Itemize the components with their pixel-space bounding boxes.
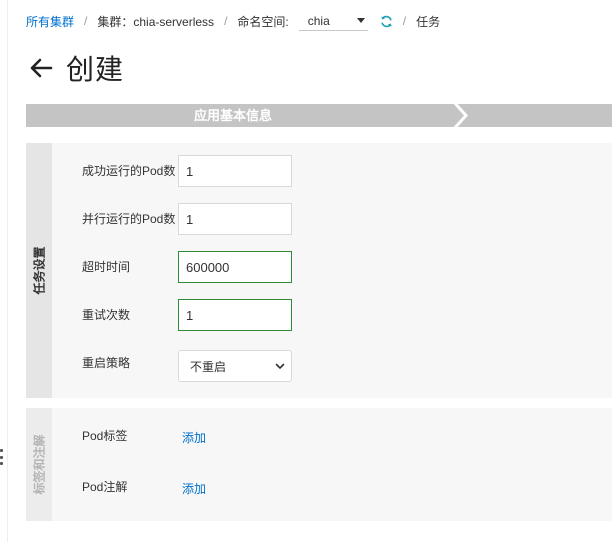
labels-annotations-section: 标签和注解 <box>26 408 612 521</box>
pod-annotations-label: Pod注解 <box>82 480 128 494</box>
breadcrumb: 所有集群 / 集群：chia-serverless / 命名空间: chia /… <box>26 10 440 32</box>
add-pod-label-link[interactable]: 添加 <box>182 429 206 446</box>
page-header: 创建 <box>28 48 124 88</box>
restart-policy-select[interactable]: 不重启 <box>178 350 292 382</box>
labels-annotations-title: 标签和注解 <box>32 434 47 495</box>
drag-handle-icon[interactable] <box>0 449 3 465</box>
page-title: 创建 <box>66 54 125 85</box>
breadcrumb-all-clusters[interactable]: 所有集群 <box>26 13 74 30</box>
create-job-page: 所有集群 / 集群：chia-serverless / 命名空间: chia /… <box>0 0 612 542</box>
steps-bar: 应用基本信息 <box>26 100 612 131</box>
pod-labels-label: Pod标签 <box>82 429 128 443</box>
timeout-label: 超时时间 <box>82 260 131 274</box>
caret-down-icon <box>356 18 365 23</box>
labels-annotations-tab: 标签和注解 <box>26 408 52 521</box>
timeout-input[interactable] <box>178 251 292 283</box>
breadcrumb-separator: / <box>84 14 88 28</box>
task-settings-tab: 任务设置 <box>26 143 52 398</box>
namespace-select[interactable]: chia <box>298 11 368 31</box>
refresh-icon[interactable] <box>380 15 393 28</box>
arrow-left-icon[interactable] <box>28 55 54 81</box>
breadcrumb-separator: / <box>402 14 407 28</box>
chevron-down-icon <box>275 363 285 369</box>
restart-policy-value: 不重启 <box>190 359 227 374</box>
left-sidebar-edge <box>0 0 8 542</box>
step-current: 应用基本信息 <box>193 108 272 123</box>
restart-policy-label: 重启策略 <box>82 356 131 370</box>
breadcrumb-current: 任务 <box>416 14 441 29</box>
retry-count-input[interactable] <box>178 299 292 331</box>
breadcrumb-separator: / <box>224 14 228 28</box>
namespace-select-value: chia <box>307 13 330 28</box>
breadcrumb-cluster: 集群：chia-serverless <box>97 14 215 29</box>
add-pod-annotation-link[interactable]: 添加 <box>182 480 206 497</box>
step-chevron-icon <box>450 100 469 131</box>
parallel-pods-label: 并行运行的Pod数 <box>82 212 176 226</box>
succeeded-pods-label: 成功运行的Pod数 <box>82 164 176 178</box>
breadcrumb-namespace-label: 命名空间: <box>237 14 289 29</box>
task-settings-title: 任务设置 <box>32 246 47 295</box>
succeeded-pods-input[interactable] <box>178 155 292 187</box>
parallel-pods-input[interactable] <box>178 203 292 235</box>
retry-count-label: 重试次数 <box>82 308 131 322</box>
